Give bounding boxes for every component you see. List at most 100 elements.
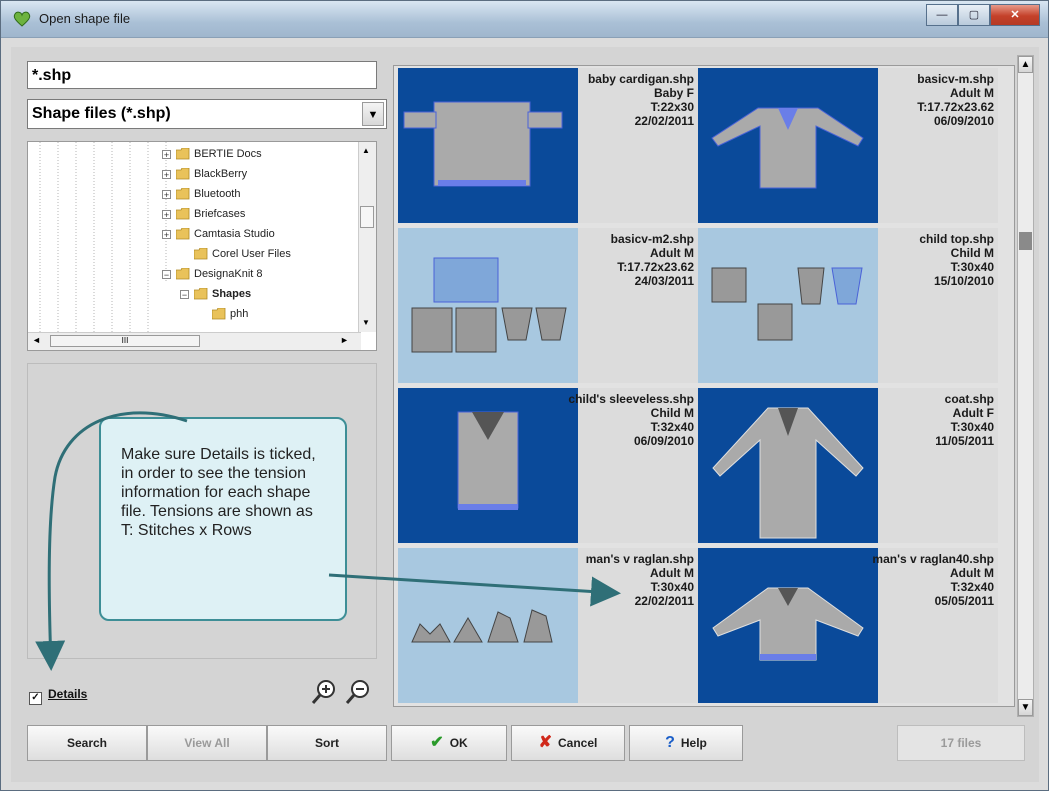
zoom-in-icon[interactable]: [311, 679, 337, 705]
shape-file-grid[interactable]: baby cardigan.shp Baby F T:22x30 22/02/2011…: [393, 65, 1015, 707]
shape-file-tile[interactable]: baby cardigan.shp Baby F T:22x30 22/02/2011: [398, 68, 698, 223]
file-pattern-input[interactable]: *.shp: [27, 61, 377, 89]
shape-thumbnail[interactable]: [698, 228, 878, 383]
shape-file-details: child's sleeveless.shp Child M T:32x40 06/0…: [568, 392, 694, 448]
tree-item[interactable]: + Bluetooth: [28, 184, 348, 204]
shape-file-details: basicv-m.shp Adult M T:17.72x23.62 06/09/20…: [917, 72, 994, 128]
title-bar: Open shape file — ▢ ✕: [1, 1, 1048, 38]
zoom-out-icon[interactable]: [345, 679, 371, 705]
minimize-icon[interactable]: —: [926, 4, 958, 26]
ok-button[interactable]: ✔ OK: [391, 725, 507, 761]
open-shape-file-dialog: Open shape file — ▢ ✕ *.shp Shape files …: [0, 0, 1049, 791]
tree-item-label: DesignaKnit 8: [194, 268, 263, 280]
tree-scroll-thumb[interactable]: [360, 206, 374, 228]
scroll-up-icon[interactable]: ▲: [1018, 56, 1033, 73]
shape-file-details: baby cardigan.shp Baby F T:22x30 22/02/2011: [588, 72, 694, 128]
expand-icon[interactable]: +: [162, 230, 171, 240]
shape-file-date: 24/03/2011: [634, 274, 694, 288]
shape-thumbnail[interactable]: [698, 548, 878, 703]
shape-thumbnail[interactable]: [698, 388, 878, 543]
close-icon[interactable]: ✕: [990, 4, 1040, 26]
view-all-button-label: View All: [184, 736, 230, 750]
scroll-right-icon[interactable]: ►: [340, 335, 349, 345]
tree-item[interactable]: + BlackBerry: [28, 164, 348, 184]
shape-file-tension: T:32x40: [950, 580, 994, 594]
collapse-icon[interactable]: −: [162, 270, 171, 280]
scroll-up-icon[interactable]: ▲: [362, 146, 370, 155]
expand-icon[interactable]: +: [162, 190, 171, 200]
folder-icon: [194, 288, 208, 300]
tree-horizontal-scrollbar[interactable]: ◄ III ►: [28, 332, 361, 350]
shape-file-date: 06/09/2010: [933, 114, 994, 128]
maximize-icon[interactable]: ▢: [958, 4, 990, 26]
shape-file-date: 05/05/2011: [934, 594, 994, 608]
shape-file-name: baby cardigan.shp: [587, 72, 694, 86]
shape-file-date: 11/05/2011: [935, 434, 994, 448]
shape-file-tile[interactable]: basicv-m2.shp Adult M T:17.72x23.62 24/03/2…: [398, 228, 698, 383]
tree-item[interactable]: Corel User Files: [28, 244, 348, 264]
grid-vertical-scrollbar[interactable]: ▲ ▼: [1017, 55, 1034, 717]
shape-thumbnail[interactable]: [398, 68, 578, 223]
shape-file-tile[interactable]: man's v raglan.shp Adult M T:30x40 22/02/20…: [398, 548, 698, 703]
tree-item[interactable]: − Shapes: [28, 284, 348, 304]
folder-icon: [176, 268, 190, 280]
shape-file-tension: T:30x40: [650, 580, 694, 594]
expand-icon[interactable]: +: [162, 170, 171, 180]
help-button-label: Help: [680, 736, 707, 750]
file-type-select[interactable]: Shape files (*.shp) ▼: [27, 99, 387, 129]
shape-file-tile[interactable]: man's v raglan40.shp Adult M T:32x40 05/05/…: [698, 548, 998, 703]
shape-thumbnail[interactable]: [698, 68, 878, 223]
tree-vertical-scrollbar[interactable]: ▲ ▼: [358, 142, 376, 332]
scroll-down-icon[interactable]: ▼: [362, 318, 370, 327]
expand-icon[interactable]: +: [162, 150, 171, 160]
shape-file-name: child's sleeveless.shp: [568, 392, 694, 406]
sort-button[interactable]: Sort: [267, 725, 387, 761]
folder-icon: [176, 148, 190, 160]
shape-thumbnail[interactable]: [398, 388, 578, 543]
tree-item-label: Bluetooth: [194, 188, 241, 200]
shape-file-tile[interactable]: child's sleeveless.shp Child M T:32x40 06/0…: [398, 388, 698, 543]
shape-file-size: Adult F: [952, 406, 994, 420]
help-button[interactable]: ? Help: [629, 725, 743, 761]
shape-file-size: Child M: [650, 406, 694, 420]
tree-item[interactable]: − DesignaKnit 8: [28, 264, 348, 284]
question-mark-icon: ?: [665, 734, 675, 751]
tree-item-label: phh: [230, 308, 249, 320]
expand-icon[interactable]: +: [162, 210, 171, 220]
file-count-label: 17 files: [940, 736, 982, 750]
folder-icon: [212, 308, 226, 320]
window-title: Open shape file: [39, 11, 131, 26]
shape-file-name: man's v raglan.shp: [585, 552, 694, 566]
shape-file-tile[interactable]: coat.shp Adult F T:30x40 11/05/2011: [698, 388, 998, 543]
grid-scroll-thumb[interactable]: [1019, 232, 1032, 250]
tree-item-label: BlackBerry: [194, 168, 248, 180]
details-checkbox[interactable]: ✓ Details: [29, 687, 87, 705]
scroll-left-icon[interactable]: ◄: [32, 335, 41, 345]
cancel-button[interactable]: ✘ Cancel: [511, 725, 625, 761]
tree-item[interactable]: + Camtasia Studio: [28, 224, 348, 244]
chevron-down-icon[interactable]: ▼: [362, 102, 384, 126]
shape-thumbnail[interactable]: [398, 228, 578, 383]
tree-item[interactable]: + Briefcases: [28, 204, 348, 224]
details-label: Details: [48, 687, 88, 701]
tree-item[interactable]: phh: [28, 304, 348, 324]
tree-hscroll-thumb[interactable]: III: [50, 335, 200, 347]
tree-item-label: Camtasia Studio: [194, 228, 275, 240]
shape-file-details: man's v raglan40.shp Adult M T:32x40 05/05/…: [872, 552, 994, 608]
view-all-button[interactable]: View All: [147, 725, 267, 761]
search-button[interactable]: Search: [27, 725, 147, 761]
folder-tree[interactable]: + BERTIE Docs + BlackBerry + Bluetooth + Briefc…: [27, 141, 377, 351]
shape-file-tile[interactable]: child top.shp Child M T:30x40 15/10/2010: [698, 228, 998, 383]
folder-icon: [194, 248, 208, 260]
shape-thumbnail[interactable]: [398, 548, 578, 703]
shape-file-tension: T:22x30: [650, 100, 694, 114]
shape-file-tile[interactable]: basicv-m.shp Adult M T:17.72x23.62 06/09/20…: [698, 68, 998, 223]
ok-button-label: OK: [449, 736, 468, 750]
cross-icon: ✘: [538, 734, 553, 751]
collapse-icon[interactable]: −: [180, 290, 189, 300]
tree-item-label: Shapes: [212, 288, 252, 300]
checkmark-icon: ✓: [29, 692, 42, 705]
scroll-down-icon[interactable]: ▼: [1018, 699, 1033, 716]
tree-item[interactable]: + BERTIE Docs: [28, 144, 348, 164]
shape-file-details: man's v raglan.shp Adult M T:30x40 22/02/20…: [586, 552, 694, 608]
